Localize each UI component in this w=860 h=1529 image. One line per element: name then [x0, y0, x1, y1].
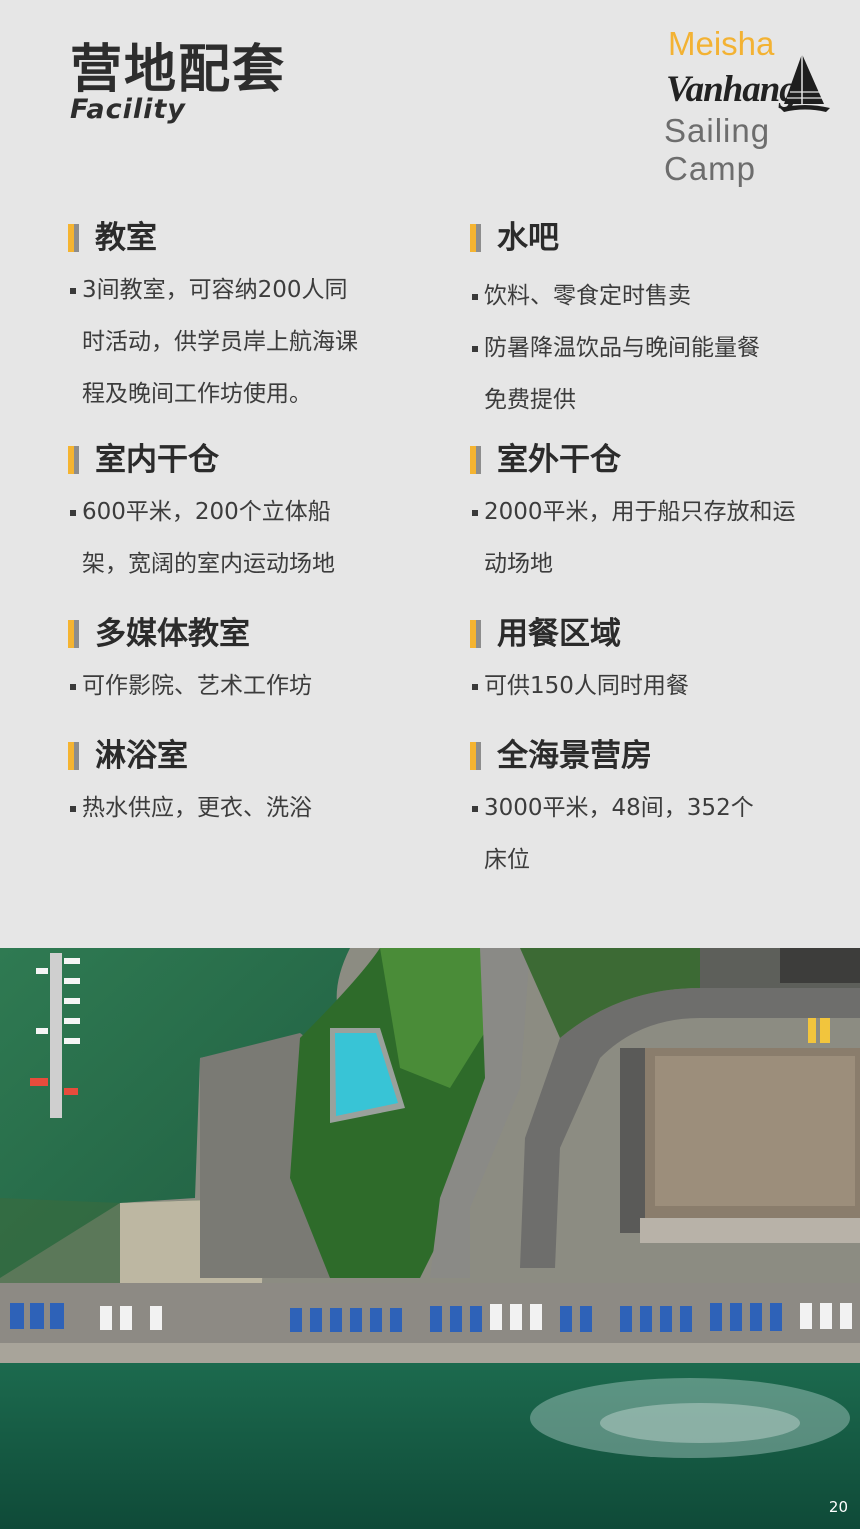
- sail-icon: [780, 54, 830, 112]
- aerial-photo: [0, 948, 860, 1529]
- section-title: 室外干仓: [497, 442, 621, 478]
- list-item: 热水供应，更衣、洗浴: [68, 782, 312, 834]
- section-title: 多媒体教室: [95, 616, 250, 652]
- section-marker-icon: [68, 446, 79, 474]
- list-item: 2000平米，用于船只存放和运 动场地: [470, 486, 796, 590]
- list-item: 可供150人同时用餐: [470, 660, 689, 712]
- logo-text-camp: Camp: [664, 150, 757, 187]
- bullet-icon: [70, 510, 76, 516]
- section-marker-icon: [470, 620, 481, 648]
- section-dining-area: 用餐区域 可供150人同时用餐: [470, 614, 689, 712]
- page-number: 20: [828, 1498, 848, 1516]
- list-item: 可作影院、艺术工作坊: [68, 660, 312, 712]
- section-title: 水吧: [497, 220, 559, 256]
- section-outdoor-dry-storage: 室外干仓 2000平米，用于船只存放和运 动场地: [470, 440, 796, 590]
- bullet-icon: [472, 294, 478, 300]
- bullet-icon: [472, 510, 478, 516]
- list-item: 防暑降温饮品与晚间能量餐 免费提供: [470, 322, 760, 426]
- section-sea-view-dorm: 全海景营房 3000平米，48间，352个 床位: [470, 736, 754, 886]
- section-title: 室内干仓: [95, 442, 219, 478]
- list-item: 600平米，200个立体船 架，宽阔的室内运动场地: [68, 486, 335, 590]
- section-title: 教室: [95, 220, 157, 256]
- section-multimedia-room: 多媒体教室 可作影院、艺术工作坊: [68, 614, 312, 712]
- bullet-icon: [472, 684, 478, 690]
- section-marker-icon: [470, 224, 481, 252]
- bullet-icon: [472, 806, 478, 812]
- brand-logo: Meisha Vanhang Sailing Camp: [660, 24, 840, 194]
- section-title: 用餐区域: [497, 616, 621, 652]
- bullet-icon: [70, 806, 76, 812]
- bullet-icon: [70, 684, 76, 690]
- section-marker-icon: [68, 224, 79, 252]
- page-subtitle: Facility: [70, 94, 186, 125]
- bullet-icon: [70, 288, 76, 294]
- section-title: 淋浴室: [95, 738, 188, 774]
- section-title: 全海景营房: [497, 738, 652, 774]
- section-marker-icon: [68, 742, 79, 770]
- section-marker-icon: [470, 446, 481, 474]
- section-marker-icon: [470, 742, 481, 770]
- list-item: 饮料、零食定时售卖: [470, 270, 760, 322]
- section-water-bar: 水吧 饮料、零食定时售卖 防暑降温饮品与晚间能量餐 免费提供: [470, 218, 760, 426]
- logo-text-vanhang: Vanhang: [666, 69, 798, 110]
- section-marker-icon: [68, 620, 79, 648]
- logo-text-sailing: Sailing: [664, 112, 771, 149]
- section-indoor-dry-storage: 室内干仓 600平米，200个立体船 架，宽阔的室内运动场地: [68, 440, 335, 590]
- section-shower-room: 淋浴室 热水供应，更衣、洗浴: [68, 736, 312, 834]
- section-classroom: 教室 3间教室，可容纳200人同 时活动，供学员岸上航海课 程及晚间工作坊使用。: [68, 218, 358, 420]
- list-item: 3间教室，可容纳200人同 时活动，供学员岸上航海课 程及晚间工作坊使用。: [68, 264, 358, 420]
- page-title: 营地配套: [70, 40, 287, 100]
- logo-text-meisha: Meisha: [668, 25, 775, 62]
- bullet-icon: [472, 346, 478, 352]
- list-item: 3000平米，48间，352个 床位: [470, 782, 754, 886]
